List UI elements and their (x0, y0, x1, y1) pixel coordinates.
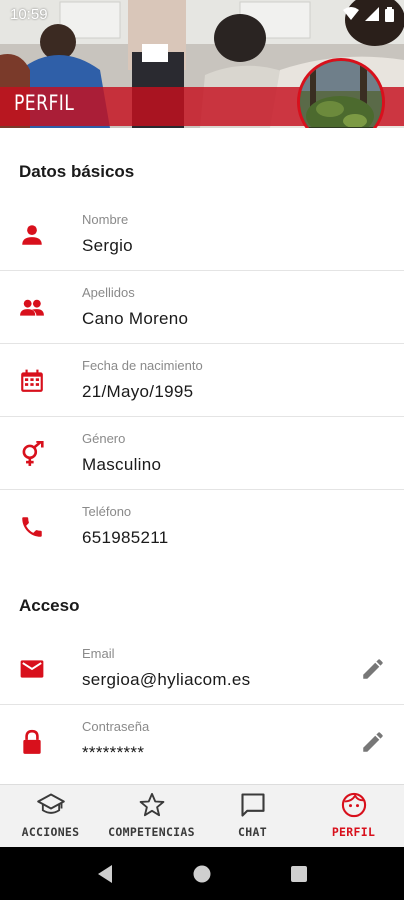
nav-item-acciones[interactable]: ACCIONES (0, 785, 101, 847)
signal-icon (365, 7, 379, 21)
field-value: 651985211 (82, 528, 169, 547)
section-title-access: Acceso (19, 596, 80, 615)
edit-password-pencil-icon[interactable] (360, 729, 386, 755)
field-value: Masculino (82, 455, 162, 474)
field-row-fecha-nacimiento: Fecha de nacimiento 21/Mayo/1995 (0, 344, 404, 417)
nav-item-chat[interactable]: CHAT (202, 785, 303, 847)
field-label: Apellidos (82, 285, 135, 300)
gender-icon (22, 441, 44, 466)
battery-icon (385, 6, 394, 22)
field-value: ********* (82, 743, 145, 762)
field-label: Fecha de nacimiento (82, 358, 203, 373)
mail-icon (20, 660, 44, 678)
field-label: Email (82, 646, 115, 661)
calendar-icon (21, 369, 43, 392)
people-icon (20, 299, 44, 316)
nav-label: COMPETENCIAS (108, 825, 195, 839)
nav-item-perfil[interactable]: PERFIL (303, 785, 404, 847)
field-value: sergioa@hyliacom.es (82, 670, 251, 689)
section-title-basic: Datos básicos (19, 162, 135, 181)
status-icons (343, 6, 394, 22)
home-icon[interactable] (192, 864, 212, 884)
field-value: 21/Mayo/1995 (82, 382, 194, 401)
status-time: 10:59 (10, 5, 48, 23)
field-row-email[interactable]: Email sergioa@hyliacom.es (0, 632, 404, 705)
field-row-password[interactable]: Contraseña ********* (0, 705, 404, 778)
chat-bubble-icon (240, 793, 265, 817)
field-label: Género (82, 431, 126, 446)
star-icon (139, 792, 164, 817)
profile-content[interactable]: Datos básicos Nombre Sergio Apellidos Ca… (0, 128, 404, 784)
field-label: Nombre (82, 212, 129, 227)
nav-label: ACCIONES (21, 825, 80, 839)
face-icon (341, 792, 366, 818)
graduation-cap-icon (36, 793, 65, 814)
recents-icon[interactable] (290, 865, 308, 883)
field-row-telefono: Teléfono 651985211 (0, 490, 404, 563)
lock-icon (23, 729, 41, 754)
field-row-genero: Género Masculino (0, 417, 404, 490)
status-bar: 10:59 (0, 0, 404, 28)
field-label: Teléfono (82, 504, 132, 519)
nav-label: PERFIL (331, 825, 376, 839)
nav-item-competencias[interactable]: COMPETENCIAS (101, 785, 202, 847)
edit-email-pencil-icon[interactable] (360, 656, 386, 682)
field-row-nombre: Nombre Sergio (0, 198, 404, 271)
back-icon[interactable] (96, 864, 114, 884)
field-label: Contraseña (82, 719, 150, 734)
bottom-navigation: ACCIONES COMPETENCIAS CHAT PERFIL (0, 784, 404, 847)
wifi-icon (343, 7, 359, 20)
field-row-apellidos: Apellidos Cano Moreno (0, 271, 404, 344)
person-icon (22, 225, 42, 245)
system-navigation-bar (0, 847, 404, 900)
phone-icon (22, 517, 42, 537)
nav-label: CHAT (238, 825, 267, 839)
page-title: PERFIL (14, 91, 75, 115)
field-value: Cano Moreno (82, 309, 189, 328)
field-value: Sergio (82, 236, 133, 255)
